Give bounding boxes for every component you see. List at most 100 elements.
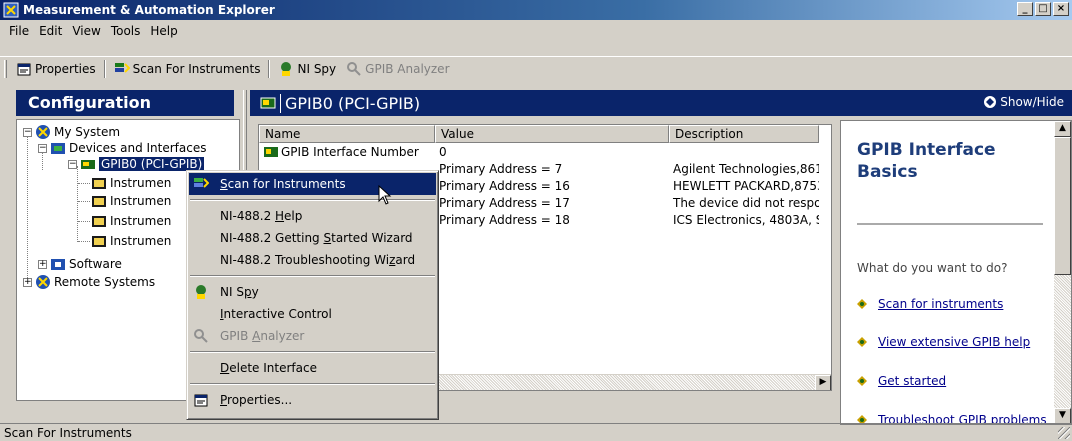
menu-label: Delete Interface [220, 361, 317, 375]
menu-item-interactive-control[interactable]: Interactive Control [189, 303, 436, 325]
label-part: NI S [220, 285, 244, 299]
scroll-down-button[interactable]: ▼ [1054, 408, 1071, 424]
close-button[interactable]: × [1053, 2, 1069, 16]
ni-spy-icon [281, 61, 292, 76]
label-part: nalyzer [260, 329, 305, 343]
menu-help[interactable]: Help [145, 24, 182, 38]
software-folder-icon [51, 259, 65, 270]
menu-item-ni4882-help[interactable]: NI-488.2 Help [189, 205, 436, 227]
menu-item-properties[interactable]: Properties... [189, 389, 436, 411]
menu-separator [190, 383, 435, 385]
scan-icon [194, 178, 209, 188]
configuration-header: Configuration [16, 90, 234, 116]
ni-spy-icon [196, 285, 206, 299]
menu-tools[interactable]: Tools [106, 24, 146, 38]
details-header: GPIB0 (PCI-GPIB) Show/Hide [250, 90, 1072, 116]
tree-item-instrument[interactable]: Instrumen [91, 175, 171, 191]
properties-button[interactable]: Properties [11, 58, 101, 80]
menu-label: GPIB Analyzer [220, 329, 304, 343]
tree-item-instrument[interactable]: Instrumen [91, 213, 171, 229]
scan-icon [114, 62, 130, 73]
scan-for-instruments-button[interactable]: Scan For Instruments [109, 58, 266, 80]
menu-label: NI-488.2 Troubleshooting Wizard [220, 253, 415, 267]
mouse-cursor-icon [378, 185, 392, 205]
instrument-icon [92, 216, 106, 227]
menu-item-gpib-analyzer[interactable]: GPIB Analyzer [189, 325, 436, 347]
column-header-value[interactable]: Value [435, 125, 669, 143]
devices-folder-icon [51, 143, 65, 154]
resize-grip[interactable] [1058, 427, 1070, 439]
tree-label: Instrumen [110, 176, 172, 190]
column-header-name[interactable]: Name [259, 125, 435, 143]
minimize-button[interactable]: _ [1017, 2, 1033, 16]
title-bar: Measurement & Automation Explorer _ □ × [0, 0, 1072, 20]
help-link-label: View extensive GPIB help [878, 335, 1031, 349]
label-part: elete Interface [229, 361, 317, 375]
tree-connector [78, 221, 90, 222]
label-part: tarted Wizard [331, 231, 413, 245]
tree-label: Software [69, 257, 122, 271]
accelerator-key: D [220, 361, 230, 375]
tree-item-instrument[interactable]: Instrumen [91, 193, 171, 209]
maximize-button[interactable]: □ [1035, 2, 1051, 16]
bullet-icon [857, 337, 867, 347]
tree-item-software[interactable]: + Software [38, 256, 122, 272]
gpib-card-icon [260, 97, 276, 109]
tree-item-gpib0[interactable]: − GPIB0 (PCI-GPIB) [68, 156, 205, 172]
gpib-number-icon [264, 146, 278, 157]
expand-icon[interactable]: + [38, 259, 47, 269]
menu-item-scan-for-instruments[interactable]: Scan for Instruments [189, 173, 436, 205]
label-part: NI-488.2 Getting [220, 231, 324, 245]
menu-view[interactable]: View [67, 24, 105, 38]
scan-label: Scan For Instruments [132, 61, 261, 76]
menu-item-troubleshooting-wizard[interactable]: NI-488.2 Troubleshooting Wizard [189, 249, 436, 271]
help-divider [857, 223, 1043, 225]
help-link-scan[interactable]: Scan for instruments [857, 297, 1003, 311]
cell-description: Agilent Technologies,8610 [673, 161, 819, 176]
collapse-icon[interactable]: − [68, 159, 77, 169]
help-link-gpib-help[interactable]: View extensive GPIB help [857, 335, 1030, 349]
column-header-description[interactable]: Description [669, 125, 819, 143]
bullet-icon [857, 376, 867, 386]
instrument-icon [92, 236, 106, 247]
menu-separator [190, 275, 435, 277]
scroll-thumb[interactable] [1054, 137, 1071, 275]
gpib-analyzer-button[interactable]: GPIB Analyzer [341, 58, 454, 80]
menu-edit[interactable]: Edit [34, 24, 67, 38]
menu-item-delete-interface[interactable]: Delete Interface [189, 357, 436, 379]
vertical-scrollbar[interactable]: ▲ ▼ [1054, 121, 1071, 424]
tree-item-my-system[interactable]: − My System [23, 124, 120, 140]
tree-item-instrument[interactable]: Instrumen [91, 233, 171, 249]
menu-separator [190, 199, 435, 201]
cell-description: The device did not respond [673, 195, 819, 210]
table-row[interactable]: GPIB Interface Number 0 [259, 143, 831, 160]
accelerator-key: S [323, 231, 332, 245]
tree-item-devices-interfaces[interactable]: − Devices and Interfaces [38, 140, 206, 156]
menu-file[interactable]: File [4, 24, 34, 38]
tree-connector [78, 241, 90, 242]
help-link-label: Get started [878, 374, 947, 388]
scroll-right-button[interactable]: ▶ [815, 375, 831, 390]
show-hide-button[interactable]: Show/Hide [983, 95, 1064, 109]
scroll-up-button[interactable]: ▲ [1054, 121, 1071, 137]
toolbar-grip[interactable] [4, 59, 7, 78]
menu-item-ni-spy[interactable]: NI Spy [189, 281, 436, 303]
properties-icon [194, 394, 208, 407]
instrument-icon [92, 178, 106, 189]
tree-label: GPIB0 (PCI-GPIB) [99, 157, 205, 171]
ni-spy-button[interactable]: NI Spy [273, 58, 341, 80]
show-hide-label: Show/Hide [1000, 95, 1064, 109]
help-link-get-started[interactable]: Get started [857, 374, 946, 388]
toolbar-separator [268, 59, 271, 78]
expand-icon[interactable]: + [23, 277, 32, 287]
collapse-icon[interactable]: − [23, 127, 32, 137]
tree-label: Instrumen [110, 194, 172, 208]
my-system-icon [36, 125, 50, 139]
cell-description: HEWLETT PACKARD,8753E [673, 178, 819, 193]
collapse-icon[interactable]: − [38, 143, 47, 153]
label-part: nteractive Control [223, 307, 332, 321]
tree-item-remote-systems[interactable]: + Remote Systems [23, 274, 155, 290]
label-part: elp [284, 209, 303, 223]
menu-item-getting-started-wizard[interactable]: NI-488.2 Getting Started Wizard [189, 227, 436, 249]
label-part: roperties... [227, 393, 293, 407]
